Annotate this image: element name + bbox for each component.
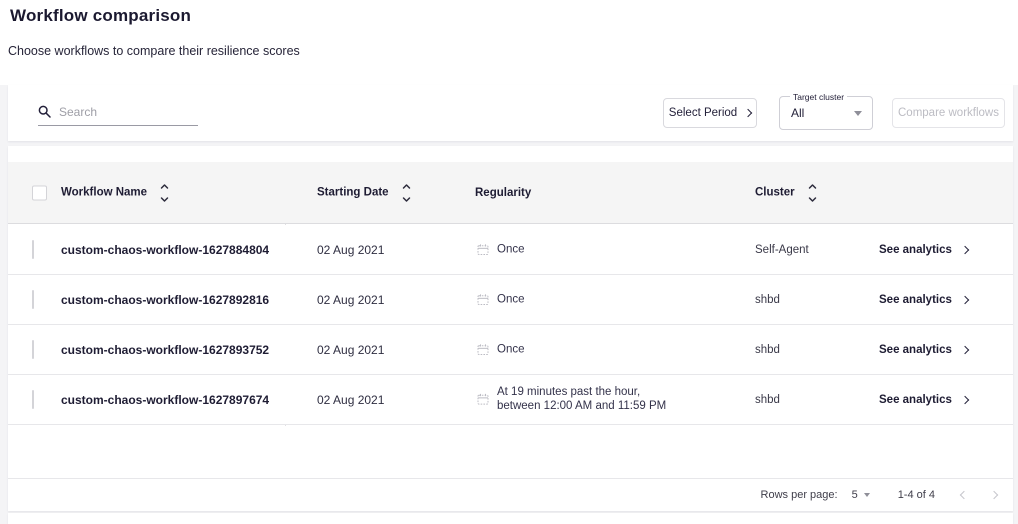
table-row: custom-chaos-workflow-1627884804 02 Aug … bbox=[8, 225, 1013, 275]
pagination-bar: Rows per page: 5 1-4 of 4 bbox=[8, 478, 1013, 511]
sort-asc-icon bbox=[160, 183, 169, 189]
target-cluster-label: Target cluster bbox=[790, 92, 847, 102]
table-row: custom-chaos-workflow-1627892816 02 Aug … bbox=[8, 275, 1013, 325]
see-analytics-label: See analytics bbox=[879, 244, 952, 256]
select-all-checkbox[interactable] bbox=[32, 185, 47, 200]
regularity-cell: Once bbox=[477, 342, 525, 357]
column-header-workflow-name: Workflow Name bbox=[61, 187, 147, 199]
cluster-name: shbd bbox=[755, 294, 780, 306]
select-period-button[interactable]: Select Period bbox=[663, 98, 757, 128]
caret-down-icon bbox=[854, 111, 862, 116]
workflow-name: custom-chaos-workflow-1627893752 bbox=[61, 343, 269, 357]
target-cluster-select[interactable]: Target cluster All bbox=[779, 96, 873, 130]
sort-workflow-name[interactable] bbox=[160, 183, 169, 202]
starting-date: 02 Aug 2021 bbox=[317, 243, 384, 257]
sort-asc-icon bbox=[808, 183, 817, 189]
sort-starting-date[interactable] bbox=[402, 183, 411, 202]
search-field[interactable] bbox=[38, 98, 198, 126]
starting-date: 02 Aug 2021 bbox=[317, 393, 384, 407]
calendar-icon bbox=[477, 294, 489, 306]
search-input[interactable] bbox=[59, 105, 198, 119]
cluster-name: Self-Agent bbox=[755, 244, 809, 256]
sort-asc-icon bbox=[402, 183, 411, 189]
chevron-right-icon bbox=[961, 395, 969, 403]
see-analytics-link[interactable]: See analytics bbox=[879, 344, 968, 356]
table-body: custom-chaos-workflow-1627884804 02 Aug … bbox=[8, 225, 1013, 425]
column-header-regularity: Regularity bbox=[475, 187, 531, 199]
rows-per-page-value: 5 bbox=[852, 489, 858, 501]
page-title: Workflow comparison bbox=[10, 6, 191, 26]
previous-page-button[interactable] bbox=[961, 489, 967, 501]
regularity-text: Once bbox=[497, 242, 525, 257]
sort-desc-icon bbox=[160, 196, 169, 202]
rows-per-page-select[interactable]: 5 bbox=[852, 489, 870, 501]
chevron-right-icon bbox=[990, 491, 998, 499]
page-subtitle: Choose workflows to compare their resili… bbox=[8, 44, 300, 58]
see-analytics-label: See analytics bbox=[879, 344, 952, 356]
starting-date: 02 Aug 2021 bbox=[317, 293, 384, 307]
row-checkbox[interactable] bbox=[32, 240, 34, 259]
column-header-starting-date: Starting Date bbox=[317, 187, 389, 199]
search-icon bbox=[38, 105, 51, 118]
sort-cluster[interactable] bbox=[808, 183, 817, 202]
workflows-table-card: Workflow Name Starting Date Regularity bbox=[8, 146, 1013, 511]
regularity-text: At 19 minutes past the hour, between 12:… bbox=[497, 385, 666, 415]
regularity-cell: Once bbox=[477, 292, 525, 307]
workflow-name: custom-chaos-workflow-1627884804 bbox=[61, 243, 269, 257]
regularity-cell: At 19 minutes past the hour, between 12:… bbox=[477, 385, 666, 415]
calendar-icon bbox=[477, 244, 489, 256]
regularity-text: Once bbox=[497, 292, 525, 307]
table-header-row: Workflow Name Starting Date Regularity bbox=[8, 162, 1013, 224]
sort-desc-icon bbox=[402, 196, 411, 202]
chevron-right-icon bbox=[744, 109, 752, 117]
row-checkbox[interactable] bbox=[32, 390, 34, 409]
select-period-label: Select Period bbox=[669, 107, 737, 119]
chevron-right-icon bbox=[961, 295, 969, 303]
row-checkbox[interactable] bbox=[32, 340, 34, 359]
table-row: custom-chaos-workflow-1627897674 02 Aug … bbox=[8, 375, 1013, 425]
column-header-cluster: Cluster bbox=[755, 187, 795, 199]
chevron-right-icon bbox=[961, 345, 969, 353]
row-checkbox[interactable] bbox=[32, 290, 34, 309]
see-analytics-label: See analytics bbox=[879, 294, 952, 306]
regularity-cell: Once bbox=[477, 242, 525, 257]
chevron-right-icon bbox=[961, 245, 969, 253]
sort-desc-icon bbox=[808, 196, 817, 202]
regularity-text: Once bbox=[497, 342, 525, 357]
see-analytics-label: See analytics bbox=[879, 394, 952, 406]
next-section-edge bbox=[8, 513, 1013, 524]
calendar-icon bbox=[477, 394, 489, 406]
starting-date: 02 Aug 2021 bbox=[317, 343, 384, 357]
table-row: custom-chaos-workflow-1627893752 02 Aug … bbox=[8, 325, 1013, 375]
compare-workflows-button[interactable]: Compare workflows bbox=[892, 98, 1005, 128]
content-backdrop: Select Period Target cluster All Compare… bbox=[0, 85, 1018, 524]
toolbar-card: Select Period Target cluster All Compare… bbox=[8, 85, 1013, 141]
pagination-range: 1-4 of 4 bbox=[898, 489, 935, 501]
workflow-name: custom-chaos-workflow-1627897674 bbox=[61, 393, 269, 407]
see-analytics-link[interactable]: See analytics bbox=[879, 394, 968, 406]
calendar-icon bbox=[477, 344, 489, 356]
cluster-name: shbd bbox=[755, 344, 780, 356]
target-cluster-value: All bbox=[791, 106, 804, 120]
page-header: Workflow comparison Choose workflows to … bbox=[0, 0, 1018, 85]
see-analytics-link[interactable]: See analytics bbox=[879, 294, 968, 306]
caret-down-icon bbox=[864, 493, 870, 497]
cluster-name: shbd bbox=[755, 394, 780, 406]
workflow-name: custom-chaos-workflow-1627892816 bbox=[61, 293, 269, 307]
workflow-comparison-page: Workflow comparison Choose workflows to … bbox=[0, 0, 1018, 524]
chevron-left-icon bbox=[960, 491, 968, 499]
rows-per-page-label: Rows per page: bbox=[761, 489, 838, 501]
see-analytics-link[interactable]: See analytics bbox=[879, 244, 968, 256]
next-page-button[interactable] bbox=[991, 489, 997, 501]
